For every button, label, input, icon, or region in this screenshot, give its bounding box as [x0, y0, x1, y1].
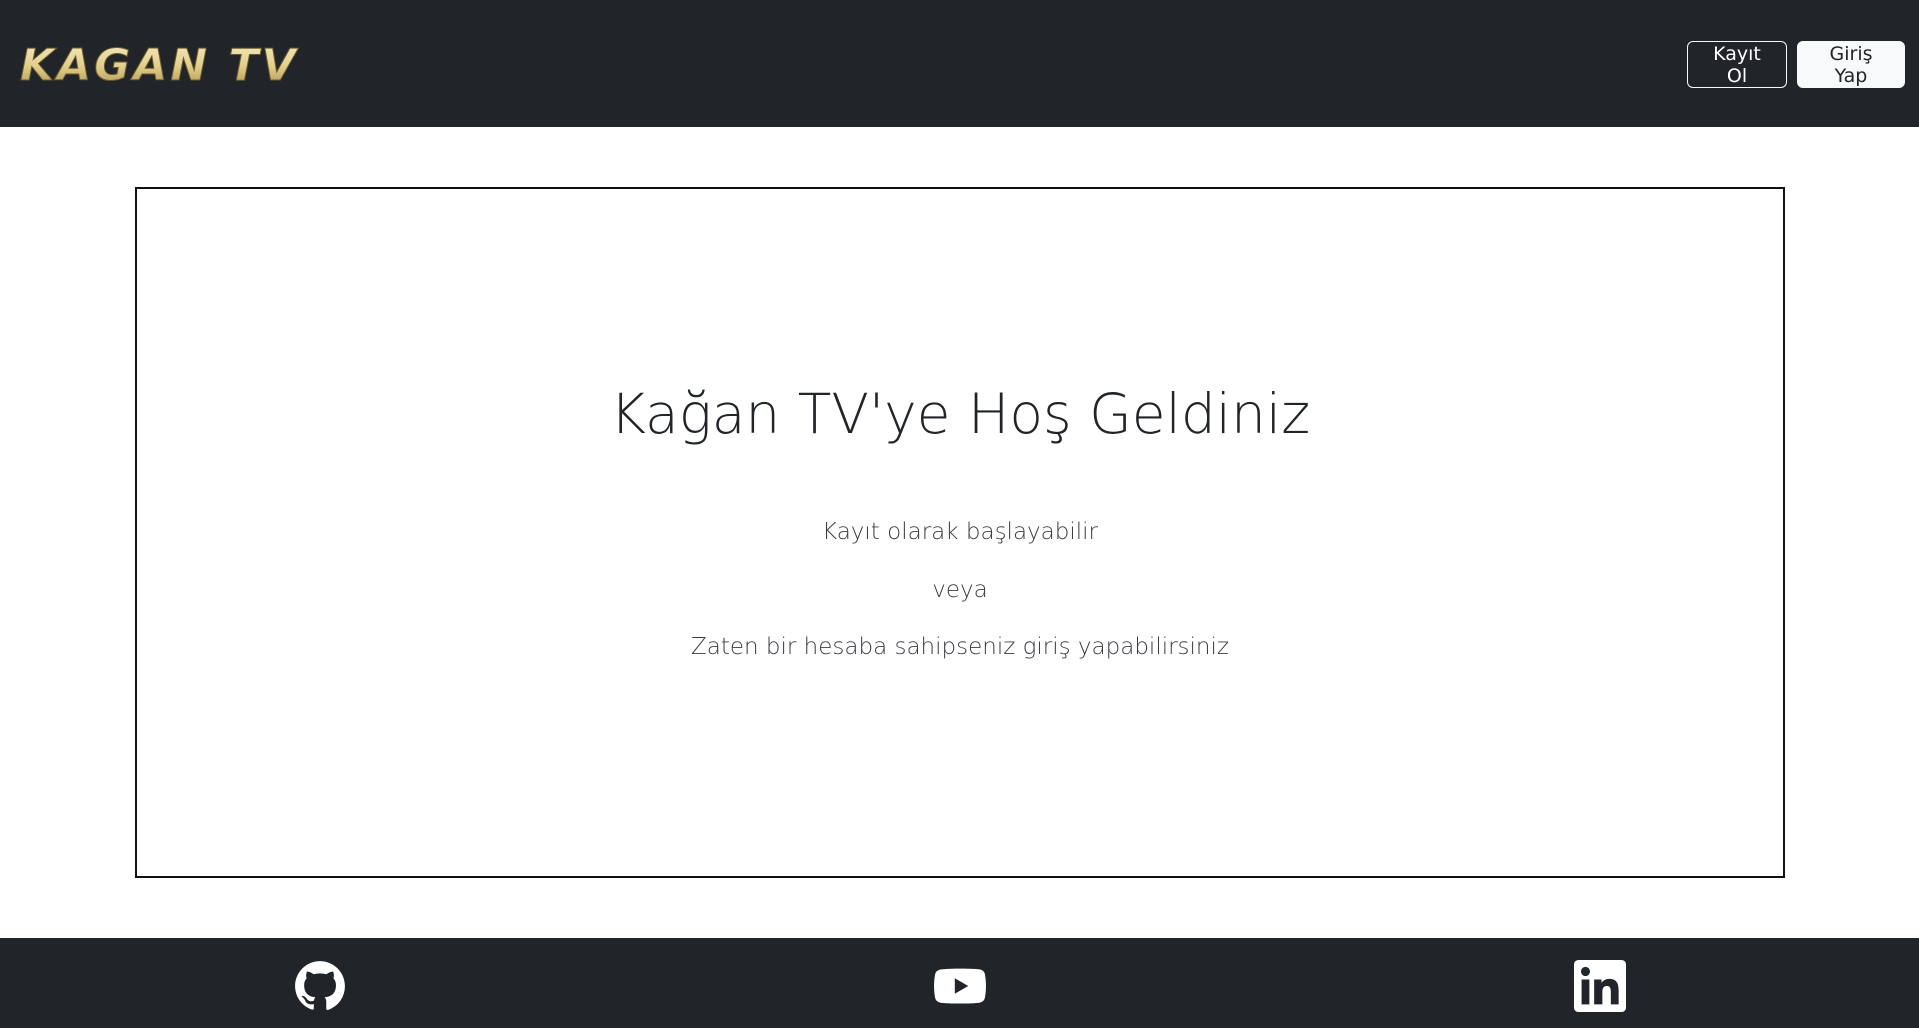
top-navbar: KAGAN TV Kayıt Ol Giriş Yap	[0, 0, 1919, 127]
footer	[0, 938, 1919, 1028]
youtube-icon[interactable]	[934, 960, 986, 1012]
welcome-line-login: Zaten bir hesaba sahipseniz giriş yapabi…	[691, 634, 1229, 660]
auth-buttons: Kayıt Ol Giriş Yap	[1687, 41, 1905, 88]
logo-text: KAGAN TV	[20, 40, 299, 90]
welcome-panel: Kağan TV'ye Hoş Geldiniz Kayıt olarak ba…	[135, 187, 1785, 878]
linkedin-icon[interactable]	[1574, 960, 1626, 1012]
kagan-tv-logo[interactable]: KAGAN TV	[20, 40, 310, 90]
welcome-title: Kağan TV'ye Hoş Geldiniz	[609, 382, 1311, 446]
welcome-line-register: Kayıt olarak başlayabilir	[822, 519, 1098, 545]
register-button[interactable]: Kayıt Ol	[1687, 41, 1787, 88]
github-icon[interactable]	[294, 960, 346, 1012]
login-button[interactable]: Giriş Yap	[1797, 41, 1905, 88]
welcome-line-or: veya	[932, 577, 988, 603]
